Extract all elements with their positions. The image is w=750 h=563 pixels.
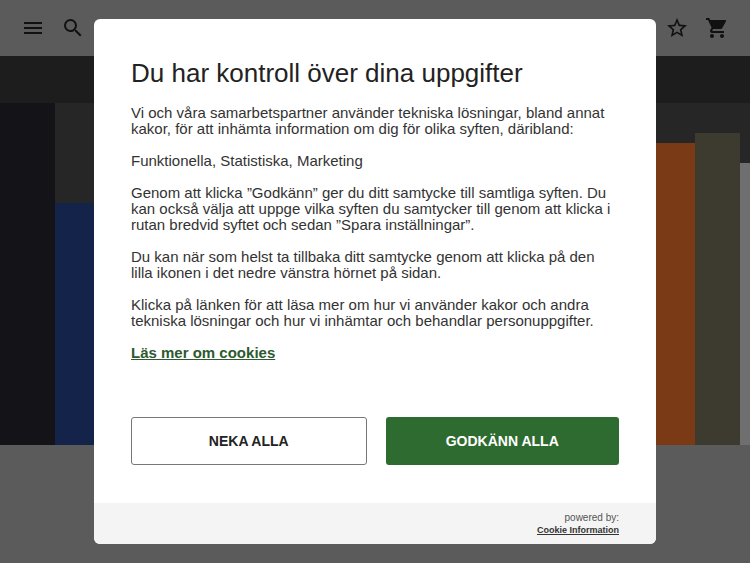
dialog-paragraph: Klicka på länken för att läsa mer om hur… — [131, 297, 619, 329]
deny-all-button[interactable]: NEKA ALLA — [131, 417, 367, 465]
dialog-title: Du har kontroll över dina uppgifter — [131, 57, 619, 89]
dialog-paragraph: Du kan när som helst ta tillbaka ditt sa… — [131, 249, 619, 281]
overlay: Du har kontroll över dina uppgifter Vi oc… — [0, 0, 750, 563]
intro-text: Vi och våra samarbetspartner använder te… — [131, 105, 619, 137]
powered-by: powered by: — [565, 512, 619, 524]
dialog-content: Du har kontroll över dina uppgifter Vi oc… — [94, 19, 656, 378]
menu-icon[interactable] — [21, 16, 45, 40]
accept-all-button[interactable]: GODKÄNN ALLA — [386, 417, 620, 465]
purposes-text: Funktionella, Statistiska, Marketing — [131, 153, 619, 169]
page: Du har kontroll över dina uppgifter Vi oc… — [0, 0, 750, 563]
cookies-link[interactable]: Läs mer om cookies — [131, 344, 275, 361]
button-row: NEKA ALLA GODKÄNN ALLA — [94, 378, 656, 503]
dialog-paragraph: Genom att klicka ”Godkänn” ger du ditt s… — [131, 185, 619, 233]
consent-dialog: Du har kontroll över dina uppgifter Vi oc… — [94, 19, 656, 544]
cart-icon[interactable] — [705, 16, 729, 40]
cookie-information-link[interactable]: Cookie Information — [537, 524, 619, 536]
favorites-icon[interactable] — [665, 16, 689, 40]
dialog-footer: powered by:Cookie Information — [94, 503, 656, 544]
search-icon[interactable] — [61, 16, 85, 40]
